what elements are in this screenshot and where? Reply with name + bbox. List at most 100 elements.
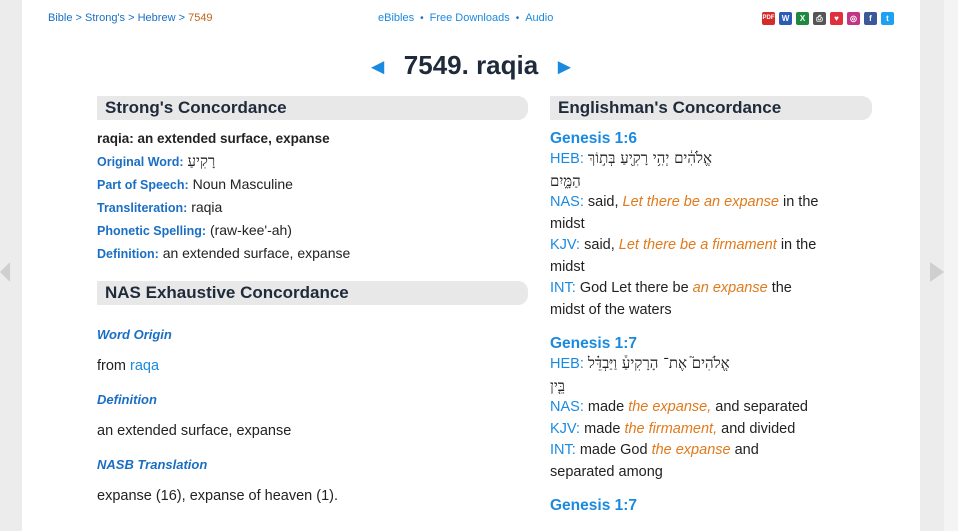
breadcrumb-bible[interactable]: Bible [48,12,72,24]
nas-line: NAS: made the expanse, and separated [550,397,850,419]
part-of-speech-row: Part of Speech: Noun Masculine [97,173,528,196]
breadcrumb-separator: > [75,12,82,24]
nas-line: NAS: said, Let there be an expanse in th… [550,192,850,214]
title-text: 7549. raqia [403,50,539,80]
nasb-translation-label: NASB Translation [97,457,208,472]
int-line-continued: midst of the waters [550,301,672,318]
phonetic-row: Phonetic Spelling: (raw-kee'-ah) [97,219,528,242]
nas-highlight: the expanse, [628,399,712,415]
from-text: from [97,358,126,374]
definition-value: an extended surface, expanse [162,245,351,261]
breadcrumb-current: 7549 [188,12,213,24]
int-text: God Let there be [579,280,689,296]
previous-page-arrow-icon[interactable] [0,262,10,282]
nas-text: and separated [715,399,808,415]
int-line-continued: separated among [550,463,663,480]
verse-reference-link[interactable]: Genesis 1:6 [550,130,637,147]
breadcrumb-hebrew[interactable]: Hebrew [138,12,176,24]
nas-label: NAS: [550,194,584,210]
printer-icon[interactable]: ⎙ [813,12,826,25]
dot-separator: • [515,13,520,24]
nas-line-continued: midst [550,215,585,232]
word-icon[interactable]: W [779,12,792,25]
verse-reference-link[interactable]: Genesis 1:7 [550,497,637,514]
heart-icon[interactable]: ♥ [830,12,843,25]
int-text: made God [579,442,648,458]
int-label: INT: [550,442,576,458]
heb-text: אֱלֹהִים֮ אֶת־ הָרָקִיעַ֒ וַיַּבְדֵּ֗ל [587,354,730,372]
top-bar: Bible > Strong's > Hebrew > 7549 eBibles… [48,12,894,28]
ebibles-link[interactable]: eBibles [378,12,414,24]
transliteration-label: Transliteration: [97,201,188,215]
heb-text: אֱלֹהִ֔ים יְהִ֥י רָקִ֖יעַ בְּת֣וֹךְ [587,149,713,167]
word-origin-value: from raqa [97,358,528,374]
kjv-line: KJV: made the firmament, and divided [550,419,850,441]
original-word-label: Original Word: [97,155,184,169]
kjv-text: made [584,420,621,437]
int-highlight: the expanse [651,442,731,458]
previous-arrow-icon[interactable]: ◄ [367,54,389,79]
nas-definition-value: an extended surface, expanse [97,423,292,439]
englishman-heading: Englishman's Concordance [550,96,872,120]
part-of-speech-value: Noun Masculine [192,176,293,192]
breadcrumb-separator: > [178,12,186,24]
top-links: eBibles • Free Downloads • Audio [378,12,553,24]
kjv-label: KJV: [550,237,581,253]
int-highlight: an expanse [692,280,768,296]
left-column: Strong's Concordance raqia: an extended … [97,96,528,504]
kjv-highlight: Let there be a firmament [618,237,777,253]
transliteration-row: Transliteration: raqia [97,196,528,219]
kjv-highlight: the firmament, [624,420,718,437]
verse-entry: Genesis 1:7 HEB: אֱלֹהִים֮ אֶת־ הָרָקִיע… [550,335,850,483]
next-arrow-icon[interactable]: ► [553,54,575,79]
kjv-text: said, [584,237,615,253]
part-of-speech-label: Part of Speech: [97,178,189,192]
nasb-translation-value: expanse (16), expanse of heaven (1). [97,488,339,504]
transliteration-value: raqia [191,199,223,215]
kjv-label: KJV: [550,420,581,437]
raqa-link[interactable]: raqa [130,358,159,374]
kjv-text: and divided [721,420,796,437]
scrollbar[interactable] [944,0,958,531]
nas-label: NAS: [550,399,584,415]
right-column: Englishman's Concordance Genesis 1:6 HEB… [550,96,872,515]
twitter-icon[interactable]: t [881,12,894,25]
dot-separator: • [420,13,424,24]
instagram-icon[interactable]: ◎ [847,12,860,25]
audio-link[interactable]: Audio [525,12,553,24]
nas-text: said, [587,194,619,210]
breadcrumb-separator: > [128,12,135,24]
int-line: INT: made God the expanse and [550,440,850,462]
excel-icon[interactable]: X [796,12,809,25]
facebook-icon[interactable]: f [864,12,877,25]
pdf-icon[interactable]: PDF [762,12,775,25]
heb-label: HEB: [550,356,584,372]
definition-row: Definition: an extended surface, expanse [97,242,528,265]
strongs-summary: raqia: an extended surface, expanse [97,131,330,146]
nas-definition-label: Definition [97,392,157,407]
int-label: INT: [550,280,576,296]
heb-line: HEB: אֱלֹהִים֮ אֶת־ הָרָקִיעַ֒ וַיַּבְדֵ… [550,353,850,376]
nas-highlight: Let there be an expanse [622,194,779,210]
kjv-line-continued: midst [550,258,585,275]
heb-line: HEB: אֱלֹהִ֔ים יְהִ֥י רָקִ֖יעַ בְּת֣וֹךְ [550,148,850,171]
page-title: ◄ 7549. raqia ► [22,50,920,81]
kjv-text: in the [780,237,817,253]
verse-entry: Genesis 1:7 [550,497,850,515]
nas-text: in the [782,194,819,210]
verse-entry: Genesis 1:6 HEB: אֱלֹהִ֔ים יְהִ֥י רָקִ֖י… [550,130,850,321]
free-downloads-link[interactable]: Free Downloads [430,12,510,24]
heb-label: HEB: [550,151,584,167]
definition-label: Definition: [97,247,159,261]
breadcrumb-strongs[interactable]: Strong's [85,12,125,24]
page: Bible > Strong's > Hebrew > 7549 eBibles… [22,0,920,531]
phonetic-value: (raw-kee'-ah) [209,222,292,238]
phonetic-label: Phonetic Spelling: [97,224,207,238]
nas-heading: NAS Exhaustive Concordance [97,281,528,305]
verse-reference-link[interactable]: Genesis 1:7 [550,335,637,352]
int-text: and [734,442,759,458]
strongs-heading: Strong's Concordance [97,96,528,120]
word-origin-label: Word Origin [97,327,172,342]
heb-text-continued: בֵּ֤ין [550,376,565,395]
next-page-arrow-icon[interactable] [930,262,944,282]
